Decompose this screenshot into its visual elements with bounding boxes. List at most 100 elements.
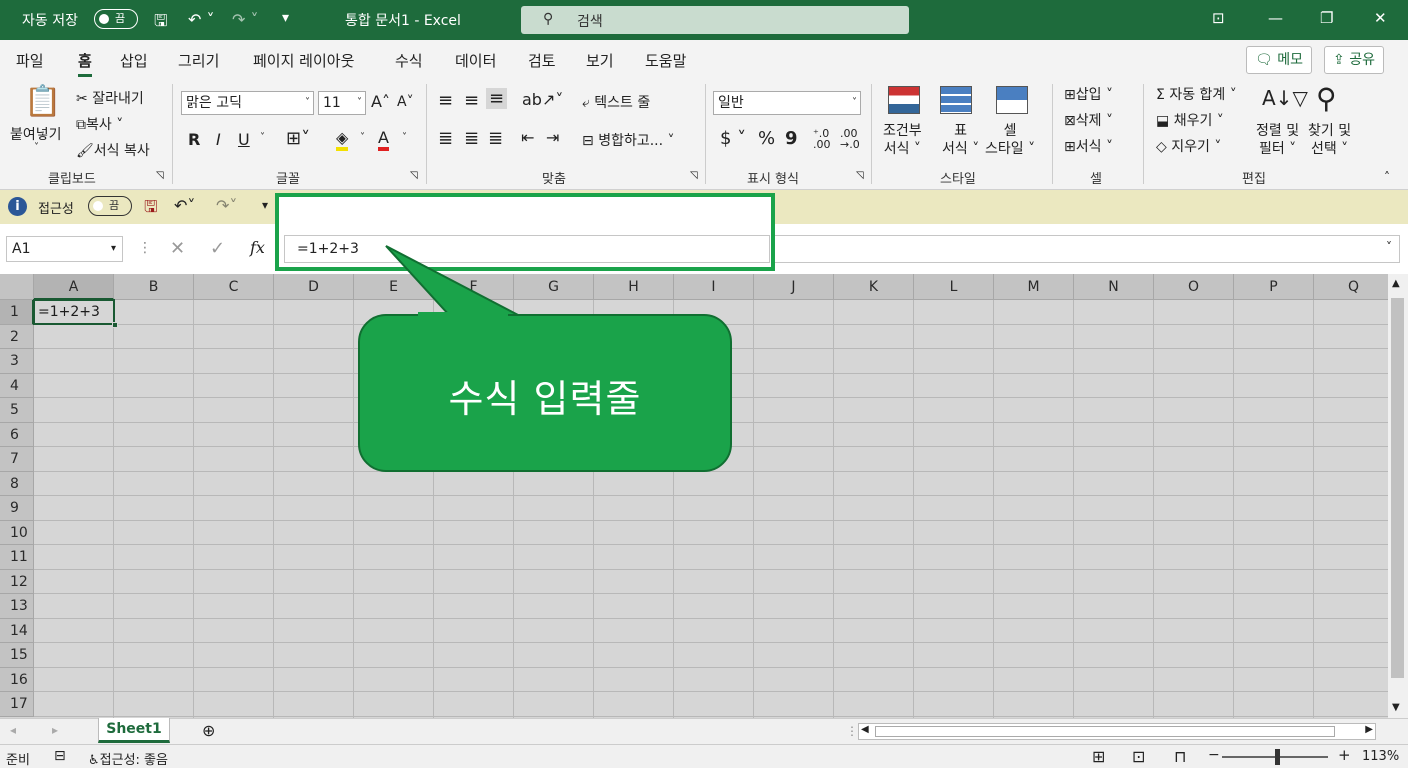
number-format-select[interactable]: 일반 ˅ [713,91,861,115]
tab-home[interactable]: 홈 [78,50,92,77]
qat-customize-icon[interactable]: ▾ [262,198,268,212]
italic-button[interactable]: I [216,130,221,149]
comma-button[interactable]: 9 [785,128,798,149]
horizontal-scrollbar[interactable]: ◀ ▶ [858,723,1376,740]
clear-button[interactable]: ◇ 지우기 ˅ [1156,136,1221,156]
sheet-tab-sheet1[interactable]: Sheet1 [98,718,170,743]
find-select-button[interactable]: 찾기 및 선택 ˅ [1308,122,1351,158]
cell-a1[interactable]: =1+2+3 [33,299,115,325]
find-select-icon[interactable]: ⚲ [1316,82,1337,115]
wrap-text-button[interactable]: ⤶ 텍스트 줄 [582,92,650,112]
redo-icon[interactable]: ↷ ˅ [232,10,259,29]
ribbon-display-icon[interactable]: ⊡ [1212,9,1225,27]
prev-sheet-icon[interactable]: ◂ [10,723,16,737]
normal-view-icon[interactable]: ⊞ [1092,747,1105,766]
font-name-select[interactable]: 맑은 고딕 ˅ [181,91,314,115]
column-header-L[interactable]: L [914,274,994,300]
share-button[interactable]: ⇪ 공유 [1324,46,1384,74]
percent-button[interactable]: % [758,128,775,149]
column-header-K[interactable]: K [834,274,914,300]
column-header-A[interactable]: A [34,274,114,300]
column-header-J[interactable]: J [754,274,834,300]
expand-formula-icon[interactable]: ˅ [1386,240,1392,254]
page-break-view-icon[interactable]: ⊓ [1174,747,1186,766]
undo-icon[interactable]: ↶ ˅ [188,10,215,29]
row-header-16[interactable]: 16 [0,667,34,692]
column-header-M[interactable]: M [994,274,1074,300]
qat-customize-icon[interactable]: ▾ [282,10,289,26]
select-all-corner[interactable] [0,274,34,300]
align-center-icon[interactable]: ≣ [464,128,479,149]
merge-button[interactable]: ⊟ 병합하고... ˅ [582,130,675,150]
align-bottom-icon[interactable]: ≡ [486,88,508,109]
underline-button[interactable]: U [238,130,250,149]
decrease-decimal-icon[interactable]: .00 →.0 [840,128,860,150]
column-header-N[interactable]: N [1074,274,1154,300]
row-header-5[interactable]: 5 [0,398,34,423]
column-header-C[interactable]: C [194,274,274,300]
paste-button[interactable]: 붙여넣기 [10,124,62,144]
row-header-1[interactable]: 1 [0,300,34,325]
zoom-in-icon[interactable]: + [1338,746,1351,764]
column-header-H[interactable]: H [594,274,674,300]
minimize-icon[interactable]: — [1268,9,1283,27]
tab-file[interactable]: 파일 [16,50,44,71]
tab-draw[interactable]: 그리기 [178,50,219,71]
autosum-button[interactable]: Σ 자동 합계 ˅ [1156,84,1237,104]
table-format-button[interactable]: 표 서식 ˅ [942,122,979,158]
row-header-15[interactable]: 15 [0,643,34,668]
bold-button[interactable]: R [188,130,200,149]
increase-indent-icon[interactable]: ⇥ [546,128,559,147]
cut-button[interactable]: ✂ 잘라내기 [76,88,144,108]
vertical-scrollbar[interactable]: ▲ ▼ [1388,274,1408,718]
name-box[interactable]: A1 ▾ [6,236,123,262]
underline-dropdown-icon[interactable]: ˅ [260,132,265,143]
currency-button[interactable]: $ ˅ [720,128,746,149]
page-layout-view-icon[interactable]: ⊡ [1132,747,1145,766]
row-header-2[interactable]: 2 [0,324,34,349]
redo-icon[interactable]: ↷˅ [216,196,237,215]
align-right-icon[interactable]: ≣ [488,128,503,149]
save-icon[interactable]: 🖫 [144,196,158,223]
memo-button[interactable]: 🗨 메모 [1246,46,1312,74]
row-header-9[interactable]: 9 [0,496,34,521]
accessibility-status[interactable]: ♿접근성: 좋음 [88,749,168,768]
align-left-icon[interactable]: ≣ [438,128,453,149]
fill-button[interactable]: ⬓ 채우기 ˅ [1156,110,1224,130]
insert-cells-button[interactable]: ⊞삽입 ˅ [1064,84,1113,104]
conditional-format-button[interactable]: 조건부 서식 ˅ [883,122,922,158]
clipboard-launcher-icon[interactable]: ◹ [156,170,164,181]
column-header-O[interactable]: O [1154,274,1234,300]
enter-icon[interactable]: ✓ [210,238,225,259]
cell-styles-button[interactable]: 셀 스타일 ˅ [985,122,1035,158]
zoom-level[interactable]: 113% [1362,749,1399,764]
font-shrink-icon[interactable]: A˅ [397,94,414,110]
column-header-B[interactable]: B [114,274,194,300]
column-header-Q[interactable]: Q [1314,274,1388,300]
autosave-toggle[interactable]: 끔 [94,9,138,29]
row-header-13[interactable]: 13 [0,594,34,619]
tab-page-layout[interactable]: 페이지 레이아웃 [253,50,354,71]
sort-filter-icon[interactable]: A↓▽ [1262,86,1308,110]
collapse-ribbon-icon[interactable]: ˄ [1384,170,1390,184]
tab-view[interactable]: 보기 [586,50,614,71]
paste-icon[interactable]: 📋 [24,84,61,119]
row-header-17[interactable]: 17 [0,692,34,717]
number-launcher-icon[interactable]: ◹ [856,170,864,181]
save-icon[interactable]: 🖫 [154,10,168,37]
column-header-P[interactable]: P [1234,274,1314,300]
tab-review[interactable]: 검토 [528,50,556,71]
table-format-icon[interactable] [940,86,972,114]
close-icon[interactable]: ✕ [1374,9,1387,27]
undo-icon[interactable]: ↶˅ [174,196,195,215]
row-header-11[interactable]: 11 [0,545,34,570]
add-sheet-icon[interactable]: ⊕ [202,721,215,740]
column-header-D[interactable]: D [274,274,354,300]
tab-data[interactable]: 데이터 [455,50,496,71]
increase-decimal-icon[interactable]: ⁺.0.00 [813,128,831,150]
align-top-icon[interactable]: ≡ [438,90,453,111]
row-header-7[interactable]: 7 [0,447,34,472]
column-header-I[interactable]: I [674,274,754,300]
fill-color-icon[interactable]: ◈ [336,128,349,151]
row-header-12[interactable]: 12 [0,569,34,594]
